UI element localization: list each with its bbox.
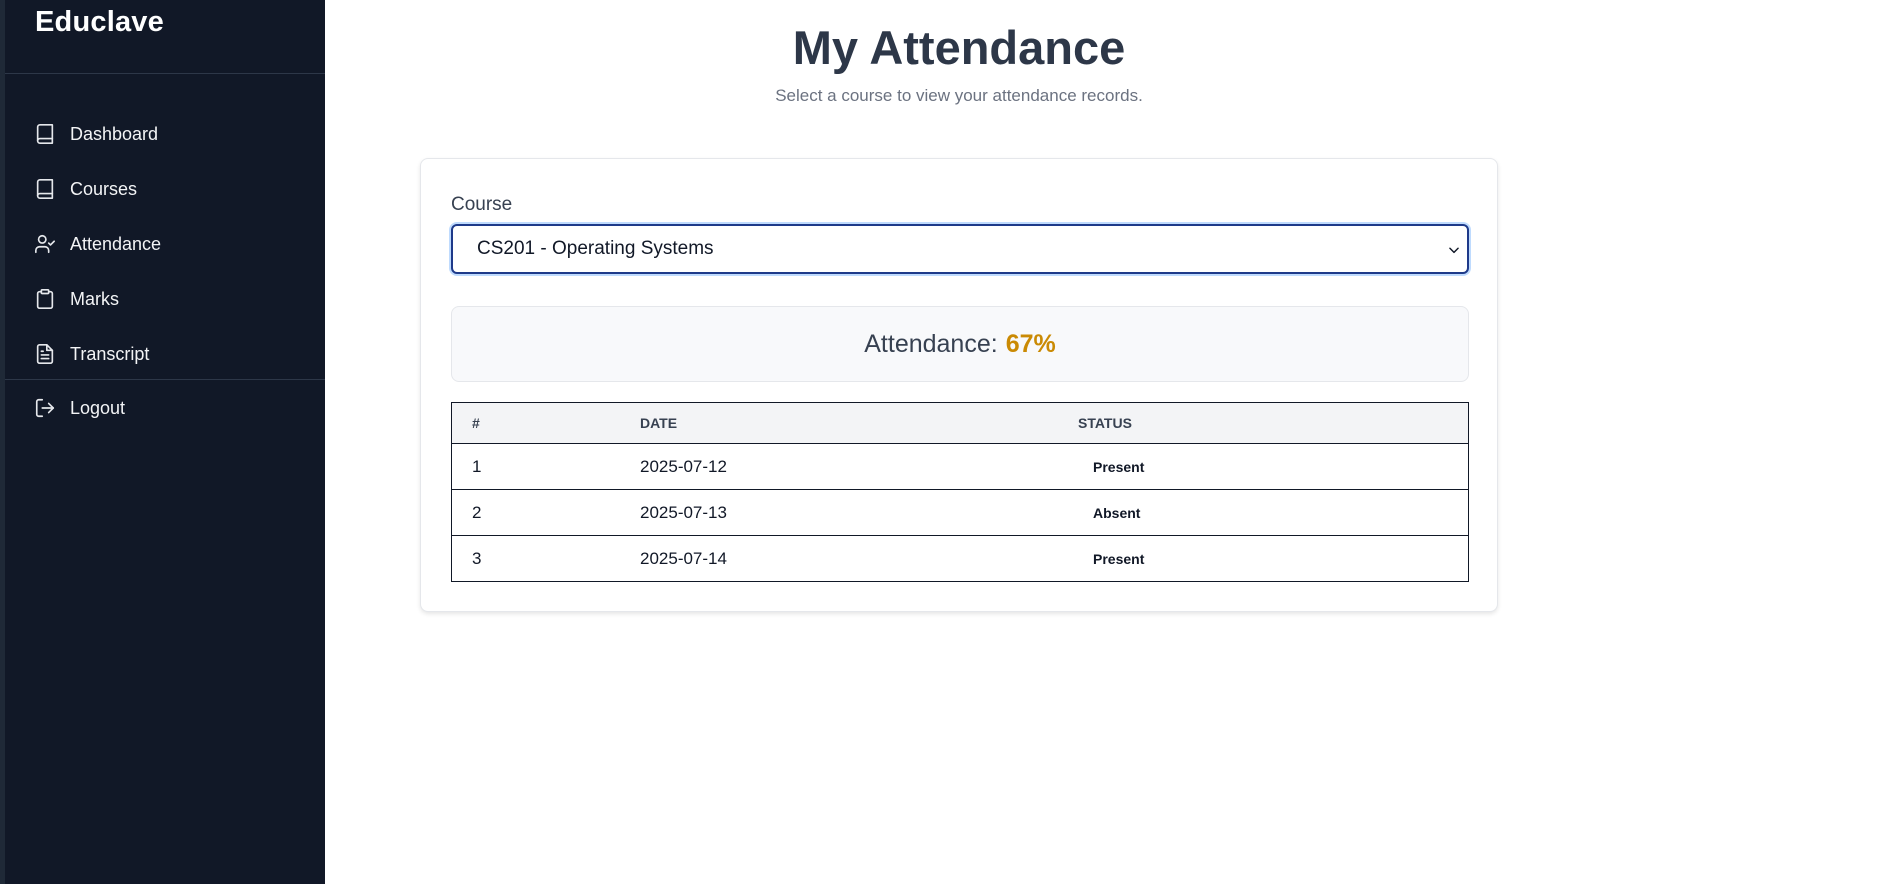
row-number: 1 — [451, 443, 620, 490]
sidebar-item-label: Courses — [70, 178, 138, 199]
sidebar-item-label: Transcript — [70, 343, 150, 364]
course-select[interactable]: CS201 - Operating Systems — [451, 224, 1469, 274]
sidebar-item-transcript[interactable]: Transcript — [34, 339, 149, 369]
user-check-icon — [34, 233, 56, 255]
chevron-down-icon — [1447, 241, 1461, 255]
row-date: 2025-07-14 — [620, 535, 1058, 582]
row-number: 3 — [451, 535, 620, 582]
attendance-card: Course CS201 - Operating Systems Attenda… — [420, 158, 1498, 612]
sidebar-item-dashboard[interactable]: Dashboard — [34, 119, 158, 149]
page-title: My Attendance — [792, 21, 1126, 74]
row-date: 2025-07-13 — [620, 489, 1058, 536]
column-header-status: STATUS — [1058, 402, 1469, 444]
course-label: Course — [451, 194, 513, 215]
book-icon — [34, 178, 56, 200]
table-header-row: # DATE STATUS — [451, 402, 1469, 444]
course-select-value: CS201 - Operating Systems — [477, 238, 714, 259]
sidebar-item-attendance[interactable]: Attendance — [34, 229, 161, 259]
brand-logo[interactable]: Educlave — [35, 6, 164, 39]
table-row: 1 2025-07-12 Present — [451, 443, 1469, 490]
row-status: Present — [1058, 535, 1469, 582]
book-icon — [34, 123, 56, 145]
file-text-icon — [34, 343, 56, 365]
page-subtitle: Select a course to view your attendance … — [775, 86, 1143, 105]
table-row: 3 2025-07-14 Present — [451, 535, 1469, 582]
sidebar-item-marks[interactable]: Marks — [34, 284, 119, 314]
attendance-table: # DATE STATUS 1 2025-07-12 Present 2 202… — [451, 402, 1469, 582]
status-badge: Present — [1093, 458, 1145, 475]
row-status: Present — [1058, 443, 1469, 490]
sidebar-item-label: Logout — [70, 397, 126, 418]
sidebar: Educlave Dashboard Courses Attendance Ma — [0, 0, 325, 884]
row-date: 2025-07-12 — [620, 443, 1058, 490]
sidebar-divider — [5, 379, 325, 380]
status-badge: Present — [1093, 550, 1145, 567]
sidebar-item-label: Marks — [70, 288, 119, 309]
sidebar-item-courses[interactable]: Courses — [34, 174, 137, 204]
attendance-percentage: 67% — [1005, 329, 1056, 358]
attendance-summary: Attendance: 67% — [451, 306, 1469, 382]
sidebar-divider — [5, 73, 325, 74]
sidebar-item-label: Attendance — [70, 233, 162, 254]
column-header-number: # — [451, 402, 620, 444]
sidebar-item-label: Dashboard — [70, 123, 159, 144]
column-header-date: DATE — [620, 402, 1058, 444]
row-status: Absent — [1058, 489, 1469, 536]
attendance-summary-label: Attendance: — [864, 329, 998, 358]
clipboard-icon — [34, 288, 56, 310]
app-root: Educlave Dashboard Courses Attendance Ma — [0, 0, 1897, 884]
main-content: My Attendance Select a course to view yo… — [325, 0, 1897, 884]
table-row: 2 2025-07-13 Absent — [451, 489, 1469, 536]
sidebar-item-logout[interactable]: Logout — [34, 393, 125, 423]
row-number: 2 — [451, 489, 620, 536]
status-badge: Absent — [1093, 504, 1141, 521]
logout-icon — [34, 397, 56, 419]
